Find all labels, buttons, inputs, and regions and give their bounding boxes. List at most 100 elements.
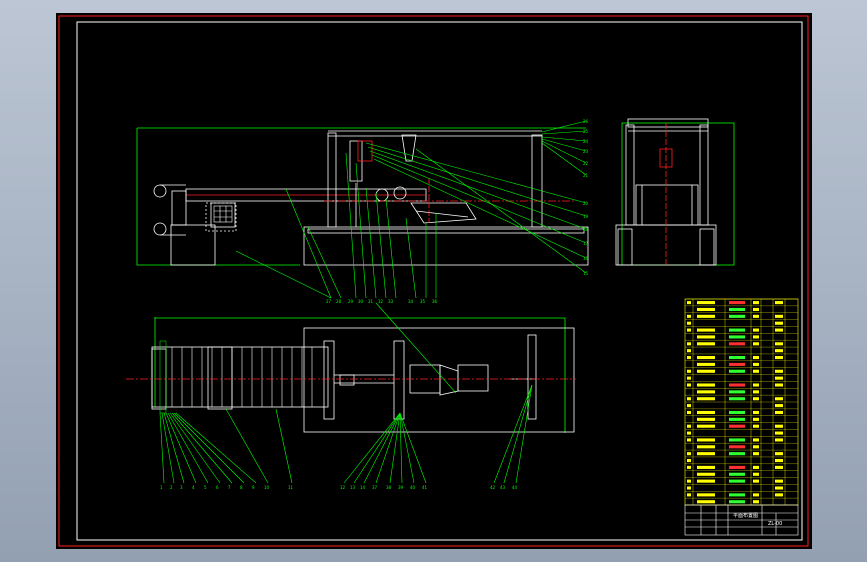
bom-entry-mark: [687, 458, 691, 463]
bom-entry-mark: [753, 301, 759, 305]
bom-entry-mark: [753, 438, 759, 442]
bom-entry-mark: [753, 390, 759, 394]
bom-entry-mark: [697, 314, 715, 318]
svg-text:27: 27: [326, 299, 332, 304]
bom-entry-mark: [697, 410, 715, 415]
bom-entry-mark: [775, 301, 783, 305]
bom-entry-mark: [729, 307, 745, 312]
svg-text:15: 15: [583, 271, 589, 276]
bom-entry-mark: [697, 472, 715, 476]
bom-entry-mark: [687, 493, 691, 497]
bom-entry-mark: [729, 438, 745, 442]
svg-text:42: 42: [490, 485, 496, 490]
bom-entry-mark: [687, 486, 691, 490]
bom-entry-mark: [753, 479, 759, 483]
svg-text:34: 34: [408, 299, 414, 304]
bom-entry-mark: [753, 328, 759, 332]
bom-entry-mark: [753, 383, 759, 387]
assembly-drawing: 262524 232221 201918 171615 27 28 29 30 31 3…: [58, 15, 809, 547]
svg-text:33: 33: [388, 299, 394, 304]
bom-entry-mark: [753, 472, 759, 476]
svg-text:16: 16: [583, 256, 589, 261]
bom-entry-mark: [729, 301, 745, 305]
svg-text:35: 35: [420, 299, 426, 304]
bom-entry-mark: [697, 465, 715, 469]
bom-entry-mark: [729, 417, 745, 421]
bom-entry-mark: [697, 328, 715, 332]
bom-entry-mark: [775, 383, 783, 387]
bom-entry-mark: [697, 493, 715, 497]
bom-entry-mark: [697, 500, 715, 504]
svg-text:12: 12: [340, 485, 346, 490]
bom-entry-mark: [697, 479, 715, 483]
bom-entry-mark: [729, 342, 745, 346]
svg-text:18: 18: [583, 227, 589, 232]
drawing-code: ZL-00: [768, 521, 782, 527]
bom-entry-mark: [687, 349, 691, 353]
bom-entry-mark: [775, 397, 783, 401]
plan-view-balloons: 123 456 789 10 11 12 13 14 37 38 39 40 41 42 43…: [160, 485, 518, 490]
bom-entry-mark: [697, 362, 715, 366]
bom-entry-mark: [729, 328, 745, 332]
bom-entry-mark: [753, 397, 759, 401]
svg-text:37: 37: [372, 485, 378, 490]
bom-entry-mark: [753, 335, 759, 339]
bom-entry-mark: [697, 342, 715, 346]
svg-text:41: 41: [422, 485, 428, 490]
bom-entry-mark: [729, 465, 745, 469]
title-block: [684, 504, 799, 536]
svg-text:7: 7: [228, 485, 231, 490]
bom-entry-mark: [775, 465, 783, 469]
plan-view: [126, 302, 576, 484]
bom-entry-mark: [697, 335, 715, 339]
bom-entry-mark: [729, 383, 745, 387]
svg-text:2: 2: [170, 485, 173, 490]
inner-frame: [76, 21, 803, 541]
bom-entry-mark: [775, 452, 783, 456]
bom-entry-mark: [753, 452, 759, 456]
bom-entry-mark: [775, 410, 783, 415]
svg-text:3: 3: [180, 485, 183, 490]
svg-text:4: 4: [192, 485, 195, 490]
bom-entry-mark: [697, 445, 715, 449]
bom-entry-mark: [687, 355, 691, 360]
bom-entry-mark: [687, 465, 691, 469]
bom-entry-mark: [753, 362, 759, 366]
bom-entry-mark: [729, 362, 745, 366]
svg-text:1: 1: [160, 485, 163, 490]
bom-entry-mark: [697, 417, 715, 421]
svg-text:6: 6: [216, 485, 219, 490]
svg-text:40: 40: [410, 485, 416, 490]
svg-text:32: 32: [378, 299, 384, 304]
svg-text:29: 29: [348, 299, 354, 304]
bom-entry-mark: [753, 417, 759, 421]
bom-entry-mark: [697, 438, 715, 442]
bom-entry-mark: [697, 383, 715, 387]
bom-entry-mark: [729, 369, 745, 373]
bom-entry-mark: [753, 465, 759, 469]
bom-entry-mark: [729, 314, 745, 318]
svg-text:38: 38: [386, 485, 392, 490]
bom-entry-mark: [775, 493, 783, 497]
svg-text:11: 11: [288, 485, 294, 490]
bom-entry-mark: [687, 397, 691, 401]
bom-entry-mark: [687, 301, 691, 305]
bom-entry-mark: [753, 369, 759, 373]
bom-entry-mark: [753, 445, 759, 449]
cad-viewport[interactable]: 26 25 24 23 22 21 20 19 18 17 16 15 27 28 29 30 31 3…: [56, 13, 812, 549]
bom-entry-mark: [729, 424, 745, 428]
bom-entry-mark: [697, 307, 715, 312]
bom-entry-mark: [775, 376, 783, 380]
bom-entry-mark: [687, 431, 691, 435]
bom-entry-mark: [753, 307, 759, 312]
bom-entry-mark: [775, 369, 783, 373]
svg-text:24: 24: [583, 139, 589, 144]
bom-entry-mark: [753, 424, 759, 428]
bom-entry-mark: [687, 328, 691, 332]
bom-entry-mark: [687, 438, 691, 442]
bom-entry-mark: [775, 355, 783, 360]
svg-text:21: 21: [583, 173, 589, 178]
svg-text:26: 26: [583, 119, 589, 124]
bom-entry-mark: [687, 452, 691, 456]
bom-entry-mark: [729, 472, 745, 476]
